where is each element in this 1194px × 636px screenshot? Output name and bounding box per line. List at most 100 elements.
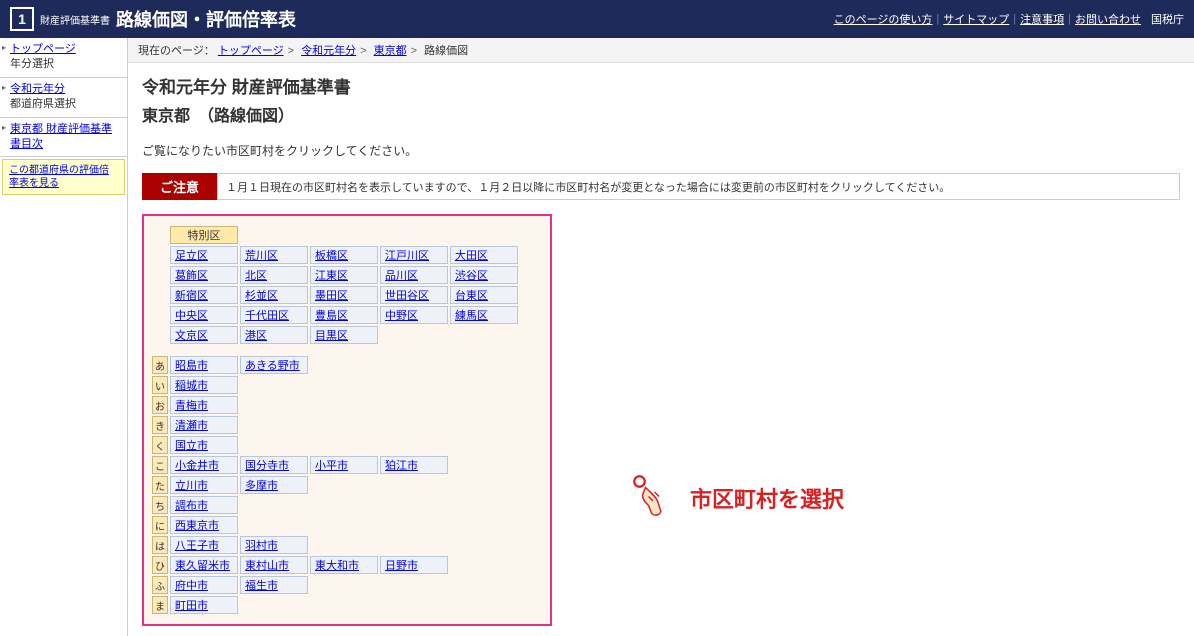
- city-link[interactable]: 日野市: [385, 557, 418, 573]
- city-link[interactable]: 調布市: [175, 497, 208, 513]
- city-link[interactable]: 羽村市: [245, 537, 278, 553]
- sidebar-item-year[interactable]: 令和元年分 都道府県選択: [0, 78, 127, 118]
- ward-link[interactable]: 足立区: [175, 247, 208, 263]
- city-cell[interactable]: 八王子市: [170, 536, 238, 554]
- city-cell[interactable]: 多摩市: [240, 476, 308, 494]
- ward-cell[interactable]: 江東区: [310, 266, 378, 284]
- city-link[interactable]: 東大和市: [315, 557, 359, 573]
- city-link[interactable]: 国立市: [175, 437, 208, 453]
- header-link-sitemap[interactable]: サイトマップ: [943, 11, 1009, 27]
- city-cell[interactable]: 東村山市: [240, 556, 308, 574]
- sidebar-link[interactable]: トップページ: [10, 43, 76, 55]
- city-cell[interactable]: 羽村市: [240, 536, 308, 554]
- ward-cell[interactable]: 目黒区: [310, 326, 378, 344]
- ward-cell[interactable]: 品川区: [380, 266, 448, 284]
- city-link[interactable]: 立川市: [175, 477, 208, 493]
- ward-cell[interactable]: 新宿区: [170, 286, 238, 304]
- ward-cell[interactable]: 板橋区: [310, 246, 378, 264]
- ward-link[interactable]: 北区: [245, 267, 267, 283]
- ward-link[interactable]: 杉並区: [245, 287, 278, 303]
- city-link[interactable]: 狛江市: [385, 457, 418, 473]
- city-cell[interactable]: 日野市: [380, 556, 448, 574]
- city-cell[interactable]: 昭島市: [170, 356, 238, 374]
- city-cell[interactable]: 清瀬市: [170, 416, 238, 434]
- ward-cell[interactable]: 渋谷区: [450, 266, 518, 284]
- ward-link[interactable]: 港区: [245, 327, 267, 343]
- sidebar-item-pref[interactable]: 東京都 財産評価基準書目次: [0, 118, 127, 158]
- breadcrumb-link[interactable]: 令和元年分: [301, 45, 356, 57]
- ward-link[interactable]: 大田区: [455, 247, 488, 263]
- ward-cell[interactable]: 中央区: [170, 306, 238, 324]
- city-link[interactable]: 東村山市: [245, 557, 289, 573]
- city-link[interactable]: あきる野市: [245, 357, 300, 373]
- ward-link[interactable]: 荒川区: [245, 247, 278, 263]
- city-cell[interactable]: 東久留米市: [170, 556, 238, 574]
- ward-link[interactable]: 墨田区: [315, 287, 348, 303]
- ward-link[interactable]: 目黒区: [315, 327, 348, 343]
- city-link[interactable]: 青梅市: [175, 397, 208, 413]
- city-link[interactable]: 小平市: [315, 457, 348, 473]
- city-link[interactable]: 小金井市: [175, 457, 219, 473]
- breadcrumb-link[interactable]: トップページ: [218, 45, 284, 57]
- ward-cell[interactable]: 豊島区: [310, 306, 378, 324]
- ward-cell[interactable]: 葛飾区: [170, 266, 238, 284]
- city-link[interactable]: 西東京市: [175, 517, 219, 533]
- ward-link[interactable]: 板橋区: [315, 247, 348, 263]
- city-cell[interactable]: 町田市: [170, 596, 238, 614]
- ward-link[interactable]: 文京区: [175, 327, 208, 343]
- ward-cell[interactable]: 足立区: [170, 246, 238, 264]
- city-cell[interactable]: 小平市: [310, 456, 378, 474]
- ward-cell[interactable]: 杉並区: [240, 286, 308, 304]
- city-cell[interactable]: 青梅市: [170, 396, 238, 414]
- ward-cell[interactable]: 江戸川区: [380, 246, 448, 264]
- header-link-contact[interactable]: お問い合わせ: [1075, 11, 1141, 27]
- city-link[interactable]: 昭島市: [175, 357, 208, 373]
- city-link[interactable]: 府中市: [175, 577, 208, 593]
- ward-cell[interactable]: 荒川区: [240, 246, 308, 264]
- city-cell[interactable]: 東大和市: [310, 556, 378, 574]
- ward-link[interactable]: 千代田区: [245, 307, 289, 323]
- city-cell[interactable]: 調布市: [170, 496, 238, 514]
- sidebar-link[interactable]: 令和元年分: [10, 83, 65, 95]
- ward-cell[interactable]: 練馬区: [450, 306, 518, 324]
- city-cell[interactable]: 西東京市: [170, 516, 238, 534]
- ward-cell[interactable]: 港区: [240, 326, 308, 344]
- ward-cell[interactable]: 台東区: [450, 286, 518, 304]
- city-link[interactable]: 稲城市: [175, 377, 208, 393]
- ward-link[interactable]: 葛飾区: [175, 267, 208, 283]
- ward-cell[interactable]: 千代田区: [240, 306, 308, 324]
- ward-link[interactable]: 豊島区: [315, 307, 348, 323]
- ward-link[interactable]: 中野区: [385, 307, 418, 323]
- city-cell[interactable]: 稲城市: [170, 376, 238, 394]
- ward-cell[interactable]: 北区: [240, 266, 308, 284]
- breadcrumb-link[interactable]: 東京都: [374, 45, 407, 57]
- ward-cell[interactable]: 文京区: [170, 326, 238, 344]
- header-link-usage[interactable]: このページの使い方: [834, 11, 933, 27]
- sidebar-item-top[interactable]: トップページ 年分選択: [0, 38, 127, 78]
- sidebar-note[interactable]: この都道府県の評価倍率表を見る: [2, 159, 125, 195]
- city-link[interactable]: 東久留米市: [175, 557, 230, 573]
- city-link[interactable]: 多摩市: [245, 477, 278, 493]
- city-cell[interactable]: 狛江市: [380, 456, 448, 474]
- ward-link[interactable]: 江戸川区: [385, 247, 429, 263]
- city-cell[interactable]: 福生市: [240, 576, 308, 594]
- ward-cell[interactable]: 大田区: [450, 246, 518, 264]
- ward-cell[interactable]: 世田谷区: [380, 286, 448, 304]
- ward-link[interactable]: 中央区: [175, 307, 208, 323]
- ward-link[interactable]: 新宿区: [175, 287, 208, 303]
- city-cell[interactable]: 立川市: [170, 476, 238, 494]
- ward-cell[interactable]: 中野区: [380, 306, 448, 324]
- ward-cell[interactable]: 墨田区: [310, 286, 378, 304]
- city-cell[interactable]: 小金井市: [170, 456, 238, 474]
- city-link[interactable]: 町田市: [175, 597, 208, 613]
- city-link[interactable]: 清瀬市: [175, 417, 208, 433]
- city-link[interactable]: 国分寺市: [245, 457, 289, 473]
- city-link[interactable]: 八王子市: [175, 537, 219, 553]
- city-cell[interactable]: 府中市: [170, 576, 238, 594]
- ward-link[interactable]: 台東区: [455, 287, 488, 303]
- header-link-notes[interactable]: 注意事項: [1020, 11, 1064, 27]
- city-cell[interactable]: 国立市: [170, 436, 238, 454]
- ward-link[interactable]: 練馬区: [455, 307, 488, 323]
- city-link[interactable]: 福生市: [245, 577, 278, 593]
- ward-link[interactable]: 品川区: [385, 267, 418, 283]
